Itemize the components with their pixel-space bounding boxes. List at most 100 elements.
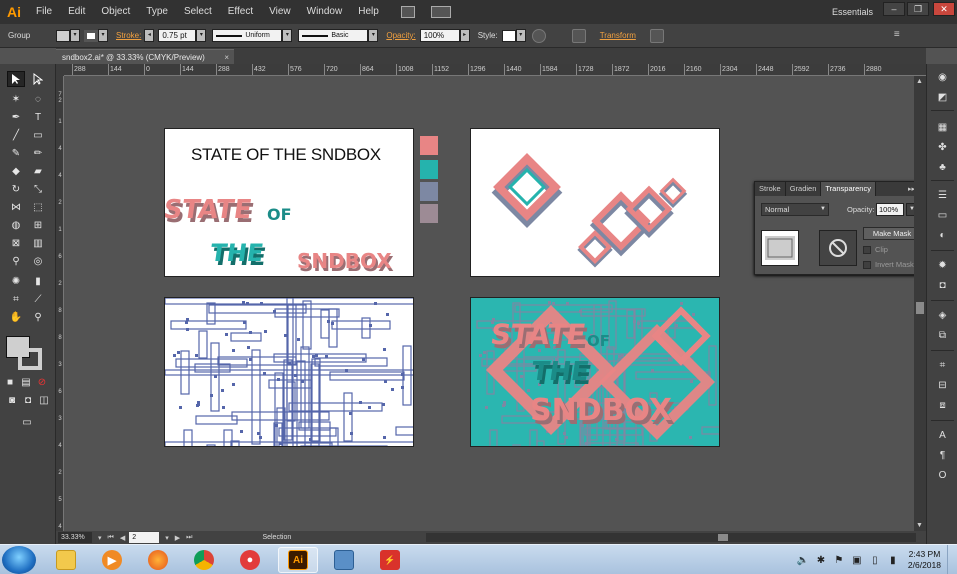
hand-tool-icon[interactable]: ✋	[7, 309, 25, 325]
mesh-tool-icon[interactable]: ⊠	[7, 235, 25, 251]
draw-inside-icon[interactable]: ◫	[38, 394, 50, 406]
swatch-chip-pink[interactable]	[420, 136, 438, 155]
menu-window[interactable]: Window	[299, 0, 351, 24]
style-swatch[interactable]	[501, 29, 516, 42]
panel-opacity-field[interactable]: 100%	[876, 203, 904, 216]
artboards-panel-icon[interactable]: ⧉	[935, 328, 950, 342]
transparency-panel-icon[interactable]: ◐	[935, 228, 950, 242]
network-icon[interactable]: ▣	[851, 554, 863, 566]
eraser-tool-icon[interactable]: ▰	[29, 163, 47, 179]
appearance-panel-icon[interactable]: ✹	[935, 258, 950, 272]
artboard-1[interactable]: STATE OF THE SNDBOX STATE STATE OF THE T…	[164, 128, 414, 277]
stroke-dropdown-icon[interactable]: ▾	[98, 29, 108, 42]
gradient-tool-icon[interactable]: ▥	[29, 235, 47, 251]
pencil-tool-icon[interactable]: ✏	[29, 145, 47, 161]
selection-tool-icon[interactable]	[7, 71, 25, 87]
brushes-panel-icon[interactable]: ✤	[935, 140, 950, 154]
zoom-dropdown-icon[interactable]: ▾	[98, 534, 102, 542]
free-transform-tool-icon[interactable]: ⬚	[29, 199, 47, 215]
signal-icon[interactable]: ▮	[887, 554, 899, 566]
menu-object[interactable]: Object	[93, 0, 138, 24]
layers-panel-icon[interactable]: ◈	[935, 308, 950, 322]
magic-wand-tool-icon[interactable]: ✶	[7, 91, 25, 107]
shape-builder-tool-icon[interactable]: ◍	[7, 217, 25, 233]
fill-dropdown-icon[interactable]: ▾	[70, 29, 80, 42]
align-panel-icon[interactable]: ⊟	[935, 378, 950, 392]
menu-file[interactable]: File	[28, 0, 60, 24]
blob-brush-tool-icon[interactable]: ◆	[7, 163, 25, 179]
canvas[interactable]: STATE OF THE SNDBOX STATE STATE OF THE T…	[64, 76, 926, 531]
stroke-stepper-icon[interactable]: ◂	[144, 29, 155, 42]
swatch-chip-slate[interactable]	[420, 182, 438, 201]
scroll-up-icon[interactable]: ▲	[916, 78, 923, 85]
minimize-button[interactable]: –	[883, 2, 905, 16]
artboard-tool-icon[interactable]: ⌗	[7, 291, 25, 307]
rectangle-tool-icon[interactable]: ▭	[29, 127, 47, 143]
slice-tool-icon[interactable]: ⟋	[29, 291, 47, 307]
stroke-weight-dropdown-icon[interactable]: ▾	[196, 29, 207, 42]
opentype-panel-icon[interactable]: O	[935, 468, 950, 482]
color-guide-panel-icon[interactable]: ◩	[935, 90, 950, 104]
style-dropdown-icon[interactable]: ▾	[515, 29, 526, 42]
maximize-button[interactable]: ❐	[907, 2, 929, 16]
menu-effect[interactable]: Effect	[220, 0, 261, 24]
brush-select[interactable]: Basic	[298, 29, 369, 42]
stroke-swatch[interactable]	[84, 29, 98, 42]
clip-checkbox[interactable]	[863, 246, 871, 254]
swatch-chip-teal[interactable]	[420, 160, 438, 179]
taskbar-file-explorer[interactable]	[46, 547, 86, 573]
current-tool-status[interactable]: Selection	[262, 534, 291, 541]
document-tab[interactable]: sndbox2.ai* @ 33.33% (CMYK/Preview) ×	[56, 49, 234, 64]
mask-thumbnail[interactable]	[819, 230, 857, 266]
stroke-weight-field[interactable]: 0.75 pt	[158, 29, 197, 42]
previous-artboard-icon[interactable]: ◀	[120, 534, 125, 542]
artboard-4[interactable]: STATE STATE OF THE THE SNDBOX SNDBOX	[470, 297, 720, 447]
eyedropper-tool-icon[interactable]: ⚲	[7, 253, 25, 269]
direct-selection-tool-icon[interactable]	[29, 71, 47, 87]
draw-behind-icon[interactable]: ◘	[22, 394, 34, 406]
horizontal-scroll-thumb[interactable]	[718, 534, 728, 541]
draw-normal-icon[interactable]: ◙	[6, 394, 18, 406]
invert-mask-checkbox[interactable]	[863, 261, 871, 269]
transform-panel-icon[interactable]: ⌗	[935, 358, 950, 372]
type-tool-icon[interactable]: T	[29, 109, 47, 125]
isolate-group-icon[interactable]	[649, 28, 664, 43]
symbol-sprayer-tool-icon[interactable]: ✺	[7, 273, 25, 289]
taskbar-firefox[interactable]	[138, 547, 178, 573]
menu-type[interactable]: Type	[138, 0, 176, 24]
variable-width-dropdown-icon[interactable]: ▾	[282, 29, 293, 42]
paintbrush-tool-icon[interactable]: ✎	[7, 145, 25, 161]
make-mask-button[interactable]: Make Mask	[863, 227, 921, 240]
gradient-panel-icon[interactable]: ▭	[935, 208, 950, 222]
object-thumbnail[interactable]	[761, 230, 799, 266]
taskbar-chrome[interactable]	[184, 547, 224, 573]
width-tool-icon[interactable]: ⋈	[7, 199, 25, 215]
horizontal-scrollbar[interactable]	[426, 533, 916, 542]
color-mode-icon[interactable]: ■	[4, 376, 16, 388]
zoom-tool-icon[interactable]: ⚲	[29, 309, 47, 325]
start-button[interactable]	[2, 546, 36, 574]
brush-dropdown-icon[interactable]: ▾	[368, 29, 379, 42]
scroll-down-icon[interactable]: ▼	[916, 522, 923, 529]
color-panel-icon[interactable]: ◉	[935, 70, 950, 84]
menu-help[interactable]: Help	[350, 0, 387, 24]
close-tab-icon[interactable]: ×	[224, 50, 229, 65]
stroke-label[interactable]: Stroke:	[116, 31, 141, 40]
volume-icon[interactable]: 🔈	[797, 554, 809, 566]
none-mode-icon[interactable]: ⊘	[36, 376, 48, 388]
lasso-tool-icon[interactable]: ◌	[29, 91, 47, 107]
blend-tool-icon[interactable]: ◎	[29, 253, 47, 269]
vertical-scrollbar[interactable]: ▲ ▼	[914, 76, 926, 531]
variable-width-select[interactable]: Uniform	[212, 29, 283, 42]
battery-icon[interactable]: ▯	[869, 554, 881, 566]
artboard-navigation-field[interactable]: 2	[129, 532, 160, 543]
paragraph-panel-icon[interactable]: ¶	[935, 448, 950, 462]
swatch-chip-mauve[interactable]	[420, 204, 438, 223]
taskbar-pdf-reader[interactable]: ⚡	[370, 547, 410, 573]
bluetooth-icon[interactable]: ✱	[815, 554, 827, 566]
fill-swatch[interactable]	[56, 29, 70, 42]
gradient-mode-icon[interactable]: ▤	[20, 376, 32, 388]
clock[interactable]: 2:43 PM 2/6/2018	[908, 549, 941, 571]
menu-select[interactable]: Select	[176, 0, 220, 24]
taskbar-media-player[interactable]: ▶	[92, 547, 132, 573]
